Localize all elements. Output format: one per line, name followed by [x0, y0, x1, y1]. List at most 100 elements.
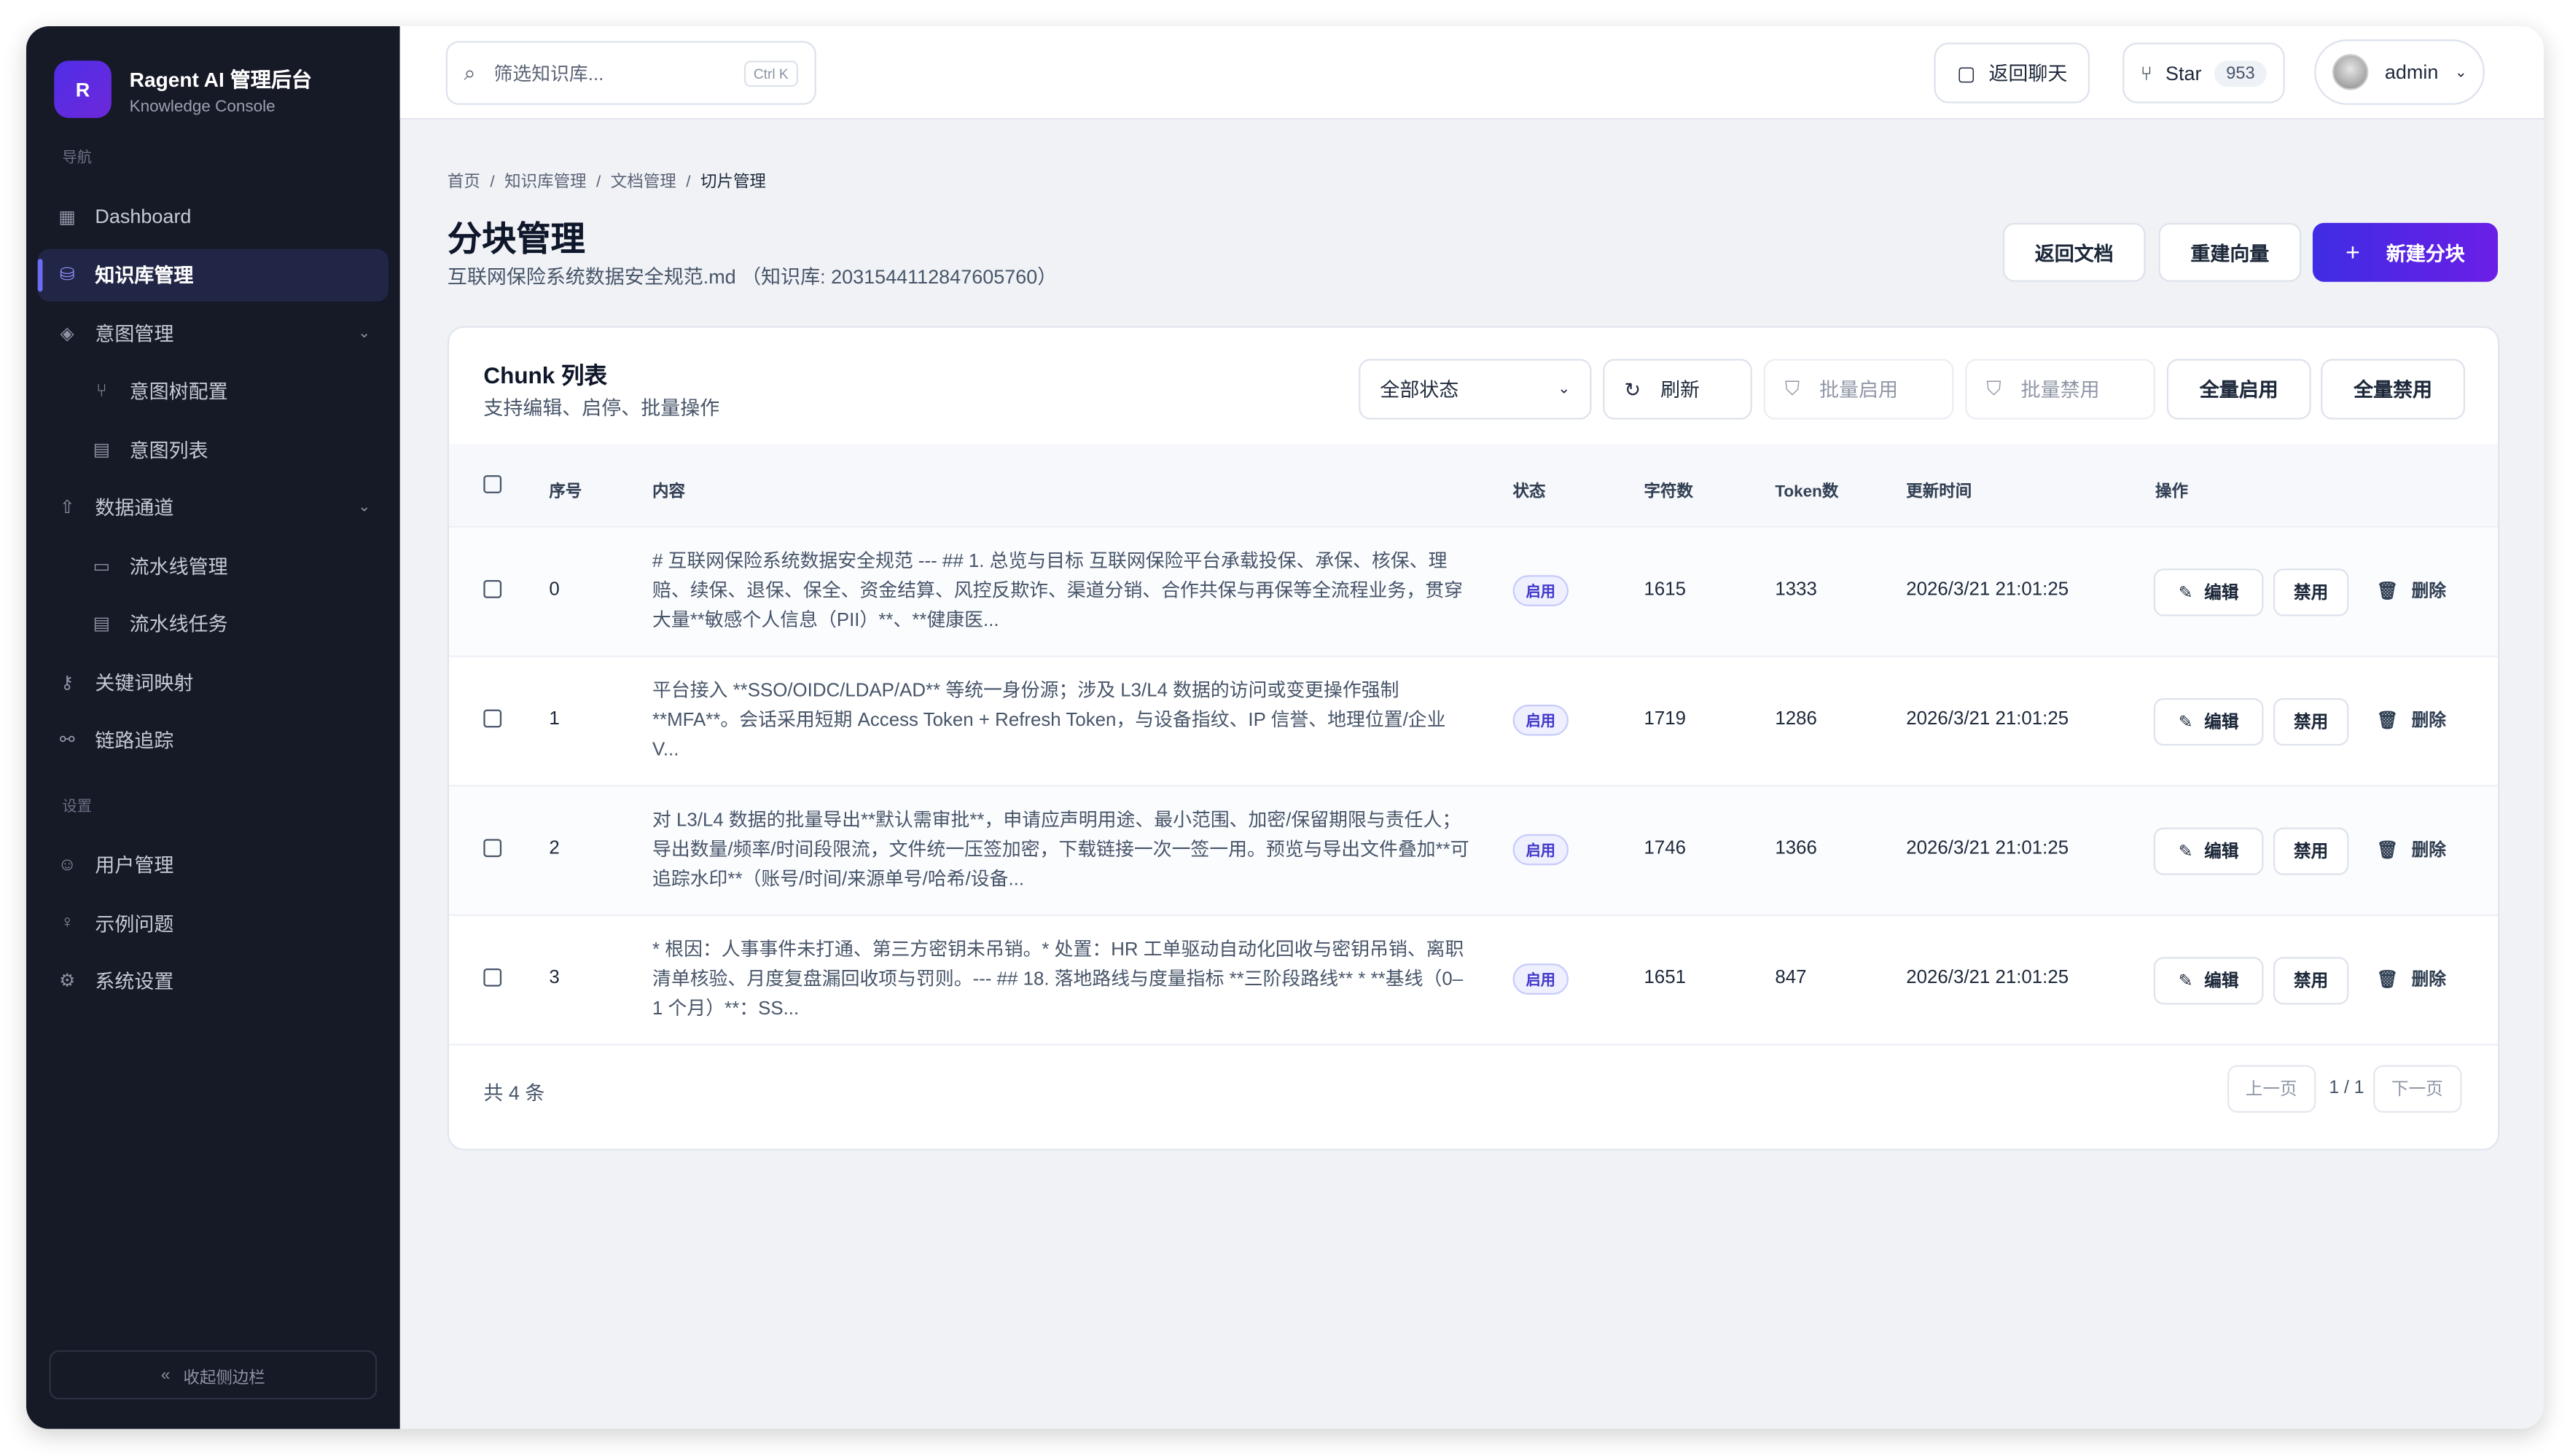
- sidebar-item-intent-tree[interactable]: ⑂意图树配置: [38, 364, 388, 417]
- label: 流水线任务: [130, 610, 228, 638]
- edit-button[interactable]: ✎编辑: [2154, 828, 2264, 875]
- disable-button[interactable]: 禁用: [2273, 957, 2348, 1004]
- sidebar-item-keywords[interactable]: ⚷关键词映射: [38, 655, 388, 708]
- label: 知识库管理: [95, 261, 193, 289]
- crumb-home[interactable]: 首页: [448, 173, 480, 192]
- disable-all-button[interactable]: 全量禁用: [2321, 359, 2465, 419]
- section-nav: 导航: [26, 146, 400, 167]
- batch-enable-button[interactable]: ⛉批量启用: [1764, 359, 1954, 419]
- sidebar-item-dashboard[interactable]: ▦Dashboard: [38, 190, 388, 243]
- col-actions: 操作: [2155, 477, 2188, 501]
- label: 编辑: [2204, 580, 2238, 605]
- card-title: Chunk 列表: [483, 359, 607, 391]
- label: 链路追踪: [95, 726, 173, 754]
- label: 返回聊天: [1988, 59, 2067, 87]
- back-to-chat-button[interactable]: ▢返回聊天: [1934, 42, 2090, 103]
- delete-button[interactable]: 🗑删除: [2377, 967, 2446, 992]
- chevron-down-icon: ⌄: [358, 498, 370, 517]
- delete-button[interactable]: 🗑删除: [2377, 579, 2446, 603]
- sidebar-item-knowledge[interactable]: ⛁知识库管理: [38, 248, 388, 301]
- next-page-button[interactable]: 下一页: [2373, 1065, 2461, 1113]
- status-badge: 启用: [1513, 963, 1569, 995]
- chunk-list-card: Chunk 列表 支持编辑、启停、批量操作 全部状态⌄ ↻刷新 ⛉批量启用 ⛉批…: [448, 326, 2499, 1150]
- disable-button[interactable]: 禁用: [2273, 698, 2348, 745]
- disable-button[interactable]: 禁用: [2273, 828, 2348, 875]
- select-all-checkbox[interactable]: [483, 475, 501, 493]
- app-title: Ragent AI 管理后台: [130, 62, 312, 93]
- row-checkbox[interactable]: [483, 968, 501, 987]
- trash-icon: 🗑: [2377, 970, 2399, 990]
- enable-all-button[interactable]: 全量启用: [2167, 359, 2311, 419]
- row-index: 2: [549, 839, 559, 858]
- new-chunk-button[interactable]: +新建分块: [2313, 223, 2498, 282]
- row-checkbox[interactable]: [483, 839, 501, 857]
- row-index: 0: [549, 580, 559, 600]
- github-star-button[interactable]: ⑂ Star 953: [2122, 42, 2284, 103]
- sidebar-item-data-channel[interactable]: ⇧数据通道⌄: [38, 481, 388, 533]
- edit-button[interactable]: ✎编辑: [2154, 957, 2264, 1004]
- disable-button[interactable]: 禁用: [2273, 568, 2348, 616]
- gear-icon: ⚙: [55, 969, 78, 992]
- edit-button[interactable]: ✎ 编辑: [2154, 568, 2264, 616]
- label: 编辑: [2204, 968, 2238, 993]
- folder-icon: ▭: [90, 554, 113, 576]
- col-content: 内容: [652, 477, 685, 501]
- row-checkbox[interactable]: [483, 710, 501, 728]
- row-checkbox[interactable]: [483, 580, 501, 598]
- layers-icon: ◈: [55, 321, 78, 344]
- sidebar-item-pipeline-tasks[interactable]: ▤流水线任务: [38, 598, 388, 650]
- sidebar-item-trace[interactable]: ⚯链路追踪: [38, 713, 388, 766]
- rebuild-vectors-button[interactable]: 重建向量: [2159, 223, 2302, 282]
- delete-button[interactable]: 🗑删除: [2377, 708, 2446, 732]
- row-content: # 互联网保险系统数据安全规范 --- ## 1. 总览与目标 互联网保险平台承…: [652, 547, 1472, 635]
- row-content: * 根因：人事事件未打通、第三方密钥未吊销。* 处置：HR 工单驱动自动化回收与…: [652, 936, 1472, 1024]
- label: 编辑: [2204, 839, 2238, 864]
- batch-disable-button[interactable]: ⛉批量禁用: [1965, 359, 2155, 419]
- label: 新建分块: [2386, 238, 2465, 266]
- status-badge: 启用: [1513, 575, 1569, 606]
- label: 用户管理: [95, 850, 173, 878]
- label: 系统设置: [95, 967, 173, 995]
- edit-icon: ✎: [2179, 582, 2193, 602]
- crumb-kb[interactable]: 知识库管理: [504, 173, 586, 192]
- sidebar-item-intent-list[interactable]: ▤ 意图列表: [38, 423, 388, 475]
- status-badge: 启用: [1513, 834, 1569, 866]
- sidebar-item-pipeline[interactable]: ▭流水线管理: [38, 539, 388, 592]
- sidebar-item-users[interactable]: ☺用户管理: [38, 838, 388, 891]
- refresh-button[interactable]: ↻刷新: [1603, 359, 1752, 419]
- sidebar-item-intent[interactable]: ◈ 意图管理 ⌄: [38, 307, 388, 359]
- label: 删除: [2412, 711, 2446, 731]
- collapse-sidebar-button[interactable]: «收起侧边栏: [49, 1350, 377, 1399]
- label: 意图管理: [95, 318, 173, 346]
- sidebar-item-settings[interactable]: ⚙ 系统设置: [38, 955, 388, 1007]
- delete-button[interactable]: 🗑 删除: [2377, 837, 2446, 862]
- shield-x-icon: ⛉: [1986, 377, 2001, 402]
- clipboard-icon: ▤: [90, 437, 113, 460]
- prev-page-button[interactable]: 上一页: [2227, 1065, 2315, 1113]
- row-tokens: 1333: [1775, 580, 1817, 600]
- status-filter-select[interactable]: 全部状态⌄: [1359, 359, 1591, 419]
- chevron-down-icon: ⌄: [1558, 380, 1570, 399]
- trash-icon: 🗑: [2377, 841, 2399, 861]
- star-count: 953: [2214, 60, 2266, 86]
- edit-button[interactable]: ✎编辑: [2154, 698, 2264, 745]
- crumb-docs[interactable]: 文档管理: [611, 173, 676, 192]
- app-subtitle: Knowledge Console: [130, 98, 312, 117]
- label: Star: [2165, 61, 2202, 84]
- search-input[interactable]: ⌕筛选知识库...Ctrl K: [446, 41, 816, 105]
- user-menu[interactable]: admin⌄: [2314, 39, 2485, 105]
- chevrons-left-icon: «: [161, 1366, 171, 1384]
- shortcut-hint: Ctrl K: [743, 60, 798, 86]
- label: 删除: [2412, 841, 2446, 861]
- label: 批量启用: [1819, 375, 1898, 403]
- label: 意图列表: [130, 435, 208, 463]
- col-updated: 更新时间: [1906, 477, 1972, 501]
- github-icon: ⑂: [2141, 61, 2152, 84]
- back-to-docs-button[interactable]: 返回文档: [2003, 223, 2146, 282]
- row-chars: 1651: [1644, 968, 1686, 988]
- lightbulb-icon: ♀: [55, 911, 78, 934]
- chevron-down-icon: ⌄: [358, 324, 370, 342]
- label: 示例问题: [95, 909, 173, 936]
- page-info: 1 / 1: [2329, 1079, 2364, 1098]
- sidebar-item-examples[interactable]: ♀ 示例问题: [38, 896, 388, 949]
